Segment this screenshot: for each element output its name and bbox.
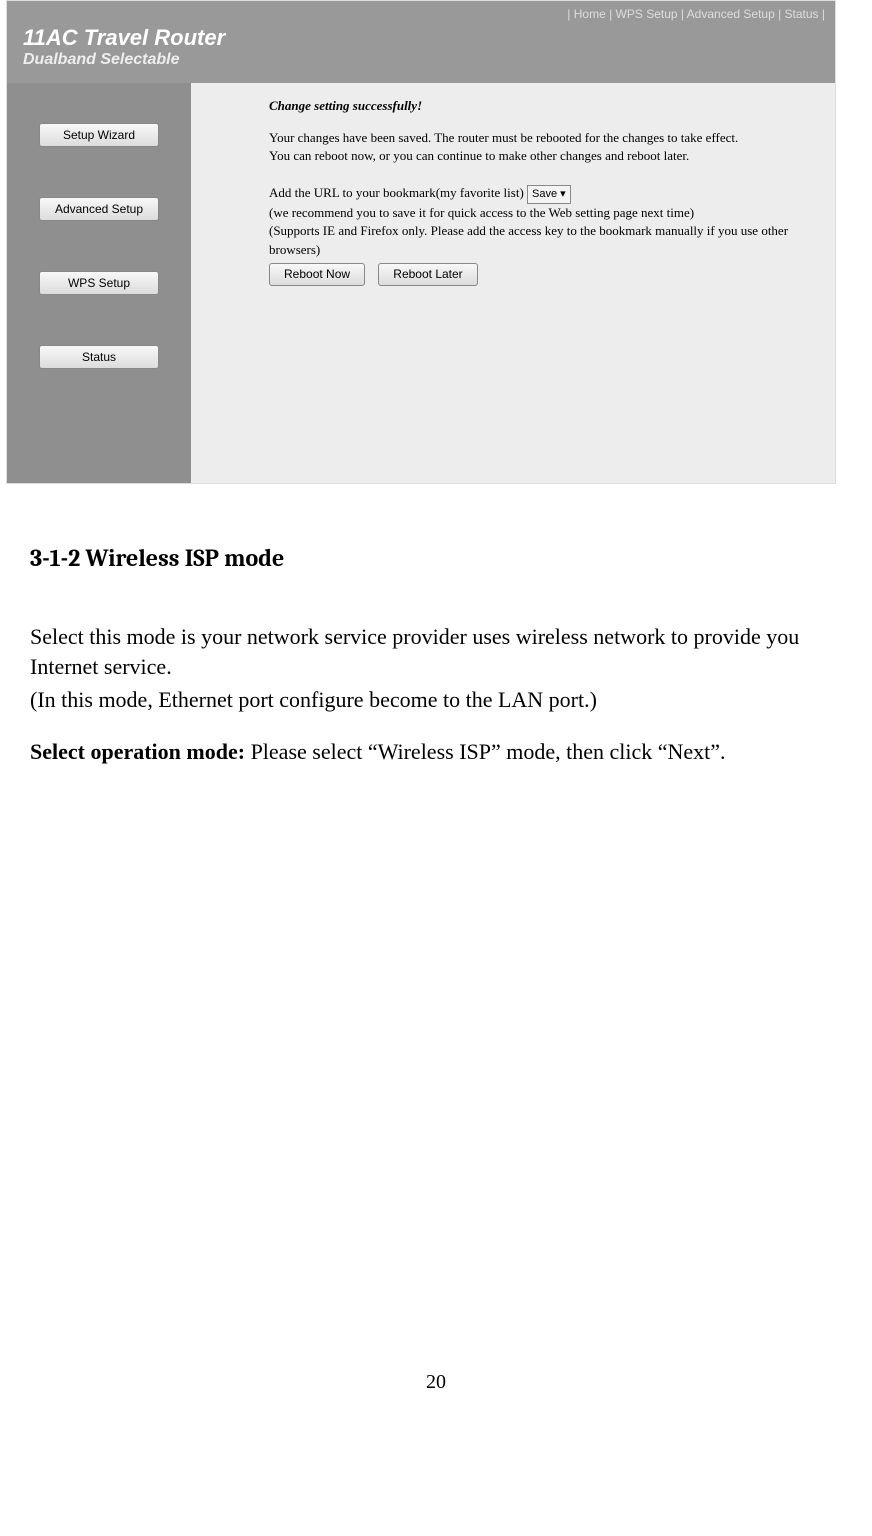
router-title: 11AC Travel Router xyxy=(23,25,819,51)
document-body: 3-1-2 Wireless ISP mode Select this mode… xyxy=(0,484,872,791)
supports-text: (Supports IE and Firefox only. Please ad… xyxy=(269,222,815,258)
doc-paragraph-2: (In this mode, Ethernet port configure b… xyxy=(30,685,842,715)
select-operation-mode-text: Please select “Wireless ISP” mode, then … xyxy=(245,739,726,764)
router-main-content: Change setting successfully! Your change… xyxy=(191,83,835,483)
router-sidebar: Setup Wizard Advanced Setup WPS Setup St… xyxy=(7,83,191,483)
doc-paragraph-3: Select operation mode: Please select “Wi… xyxy=(30,737,842,767)
save-select[interactable]: Save ▾ xyxy=(527,185,571,204)
change-success-heading: Change setting successfully! xyxy=(269,97,815,115)
router-subtitle: Dualband Selectable xyxy=(23,51,819,69)
advanced-setup-button[interactable]: Advanced Setup xyxy=(39,197,159,221)
recommend-text: (we recommend you to save it for quick a… xyxy=(269,204,815,222)
reboot-later-button[interactable]: Reboot Later xyxy=(378,263,477,286)
router-body: Setup Wizard Advanced Setup WPS Setup St… xyxy=(7,83,835,483)
saved-text-line2: You can reboot now, or you can continue … xyxy=(269,147,815,165)
saved-text-line1: Your changes have been saved. The router… xyxy=(269,129,815,147)
bookmark-text: Add the URL to your bookmark(my favorite… xyxy=(269,185,524,200)
setup-wizard-button[interactable]: Setup Wizard xyxy=(39,123,159,147)
select-operation-mode-label: Select operation mode: xyxy=(30,739,245,764)
section-heading: 3-1-2 Wireless ISP mode xyxy=(30,544,842,572)
doc-paragraph-1: Select this mode is your network service… xyxy=(30,622,842,681)
router-header: | Home | WPS Setup | Advanced Setup | St… xyxy=(7,1,835,83)
reboot-buttons-row: Reboot Now Reboot Later xyxy=(269,259,815,286)
reboot-now-button[interactable]: Reboot Now xyxy=(269,263,365,286)
wps-setup-button[interactable]: WPS Setup xyxy=(39,271,159,295)
page-number: 20 xyxy=(0,1371,872,1414)
router-admin-screenshot: | Home | WPS Setup | Advanced Setup | St… xyxy=(6,0,836,484)
router-top-nav[interactable]: | Home | WPS Setup | Advanced Setup | St… xyxy=(567,7,825,21)
bookmark-line: Add the URL to your bookmark(my favorite… xyxy=(269,184,815,204)
status-button[interactable]: Status xyxy=(39,345,159,369)
